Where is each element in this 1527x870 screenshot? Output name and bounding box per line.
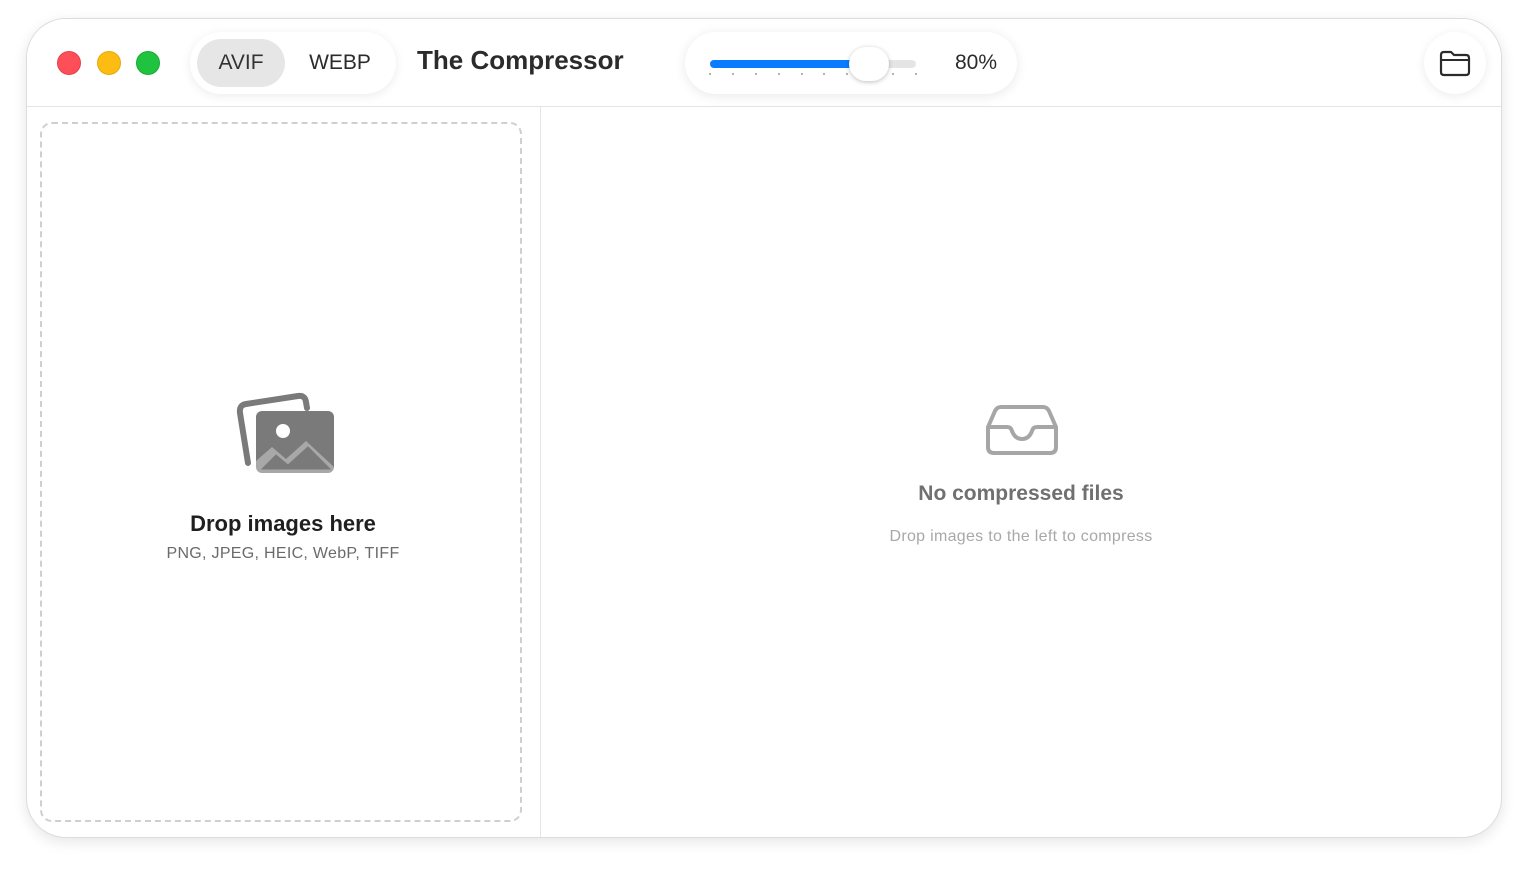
quality-slider-tick xyxy=(800,73,803,75)
app-window: AVIF WEBP The Compressor 80% Drop images… xyxy=(26,18,1502,838)
folder-icon xyxy=(1439,50,1471,77)
quality-slider-tick xyxy=(709,73,711,75)
tray-icon xyxy=(986,405,1058,455)
photos-icon xyxy=(236,392,334,473)
quality-slider-tick xyxy=(915,73,917,75)
empty-state-title: No compressed files xyxy=(918,482,1124,505)
app-title: The Compressor xyxy=(417,45,624,75)
quality-slider-tick xyxy=(731,73,734,75)
quality-slider-tick xyxy=(754,73,757,75)
close-window-button[interactable] xyxy=(57,51,81,75)
quality-control: 80% xyxy=(685,32,1017,94)
input-pane: Drop images here PNG, JPEG, HEIC, WebP, … xyxy=(27,107,541,837)
quality-slider-tick xyxy=(846,73,849,75)
supported-formats: PNG, JPEG, HEIC, WebP, TIFF xyxy=(166,545,400,562)
image-dropzone[interactable]: Drop images here PNG, JPEG, HEIC, WebP, … xyxy=(40,122,522,822)
quality-slider-thumb[interactable] xyxy=(848,47,889,81)
quality-slider-tick xyxy=(777,73,780,75)
format-selector: AVIF WEBP xyxy=(190,32,396,94)
quality-slider-tick xyxy=(892,73,895,75)
quality-slider-tick xyxy=(823,73,826,75)
minimize-window-button[interactable] xyxy=(97,51,121,75)
open-folder-button[interactable] xyxy=(1424,32,1486,94)
quality-slider-fill xyxy=(710,60,869,68)
quality-value-label: 80% xyxy=(955,51,998,74)
dropzone-title: Drop images here xyxy=(190,511,376,536)
format-avif-button[interactable]: AVIF xyxy=(197,39,285,87)
output-pane: No compressed files Drop images to the l… xyxy=(541,107,1501,837)
toolbar: AVIF WEBP The Compressor 80% xyxy=(27,19,1501,107)
zoom-window-button[interactable] xyxy=(136,51,160,75)
empty-state-subtitle: Drop images to the left to compress xyxy=(889,528,1153,545)
format-webp-button[interactable]: WEBP xyxy=(290,39,390,87)
